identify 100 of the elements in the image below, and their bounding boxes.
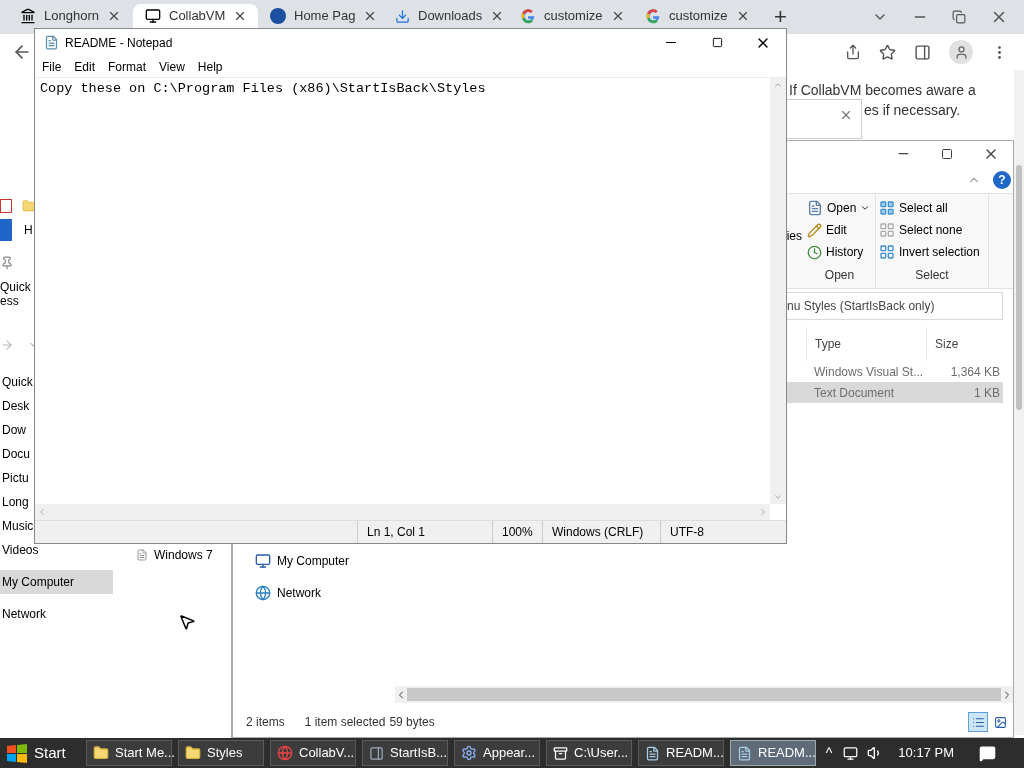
nav-item[interactable]: Videos bbox=[0, 538, 40, 562]
grid-icon bbox=[879, 200, 895, 216]
notification-icon[interactable] bbox=[979, 744, 996, 762]
pencil-icon bbox=[807, 222, 822, 238]
tab-title: customize bbox=[544, 7, 603, 26]
ribbon-button[interactable]: Select none bbox=[879, 220, 965, 240]
profile-icon[interactable] bbox=[949, 40, 973, 64]
grid-icon bbox=[879, 244, 895, 260]
cursor-icon bbox=[178, 613, 196, 631]
address-field[interactable]: nu Styles (StartIsBack only) bbox=[785, 292, 1003, 320]
text-area[interactable]: Copy these on C:\Program Files (x86)\StartIsBack\Styles bbox=[35, 78, 770, 504]
tab-title: Downloads bbox=[418, 7, 483, 26]
pin-button[interactable]: Quick ess bbox=[0, 280, 31, 308]
caret-icon bbox=[860, 203, 871, 213]
side-panel-icon[interactable] bbox=[914, 43, 931, 61]
taskbar-button[interactable]: Appear... bbox=[454, 740, 540, 766]
download-icon bbox=[395, 8, 410, 24]
window-title: README - Notepad bbox=[65, 34, 174, 52]
browser-tab[interactable]: CollabVM bbox=[133, 4, 258, 28]
folder-icon bbox=[185, 745, 201, 761]
page-text: If CollabVM becomes aware a bbox=[789, 81, 976, 100]
clock-icon bbox=[807, 244, 822, 260]
status-text: UTF-8 bbox=[660, 521, 770, 543]
status-text: Ln 1, Col 1 bbox=[357, 521, 492, 543]
table-cell-text: Text Document bbox=[813, 384, 896, 402]
window-icon bbox=[369, 745, 384, 761]
round-logo-icon bbox=[270, 8, 286, 24]
notepad-icon bbox=[645, 745, 660, 761]
file-row[interactable]: Windows Visual St... 1,364 KB bbox=[786, 361, 1003, 382]
status-text: 2 items bbox=[246, 714, 285, 731]
nav-item[interactable]: Desk bbox=[0, 394, 31, 418]
tab-title: Home Pag bbox=[294, 7, 356, 26]
ribbon-tab[interactable]: H bbox=[24, 221, 33, 239]
nav-item[interactable]: My Computer bbox=[255, 551, 391, 571]
table-cell-text: 1 KB bbox=[973, 384, 1001, 402]
taskbar-button[interactable]: StartIsB... bbox=[362, 740, 448, 766]
folder-icon bbox=[93, 745, 109, 761]
nav-item[interactable]: Network bbox=[0, 602, 47, 626]
ribbon-button[interactable]: History bbox=[807, 242, 866, 262]
close-icon[interactable] bbox=[107, 9, 121, 23]
maximize-icon[interactable] bbox=[941, 147, 953, 160]
clock-text[interactable]: 10:17 PM bbox=[898, 743, 954, 763]
archive-icon bbox=[553, 745, 568, 761]
menu-item[interactable]: View bbox=[153, 57, 191, 76]
restore-icon[interactable] bbox=[952, 10, 966, 24]
status-text: 59 bytes bbox=[389, 714, 435, 731]
maximize-icon bbox=[711, 37, 723, 48]
building-icon bbox=[20, 8, 36, 24]
taskbar-button[interactable]: Start Me... bbox=[86, 740, 172, 766]
list-icon bbox=[971, 715, 985, 729]
group-label: Open bbox=[823, 267, 856, 284]
nav-item[interactable]: Pictu bbox=[0, 466, 30, 490]
image-icon bbox=[993, 715, 1007, 729]
network-icon[interactable] bbox=[843, 745, 859, 761]
tab-title: CollabVM bbox=[169, 7, 226, 26]
column-header[interactable]: Type bbox=[806, 327, 927, 361]
menu-item[interactable]: Edit bbox=[68, 57, 102, 76]
file-row[interactable]: Text Document 1 KB bbox=[786, 382, 1003, 403]
minimize-icon bbox=[666, 42, 676, 43]
taskbar-button[interactable]: CollabV... bbox=[270, 740, 356, 766]
nav-item[interactable]: Quick bbox=[0, 370, 34, 394]
share-icon[interactable] bbox=[845, 44, 861, 60]
table-cell-text: Windows Visual St... bbox=[813, 363, 925, 381]
column-header[interactable]: Size bbox=[927, 327, 1003, 361]
document-icon bbox=[807, 200, 823, 216]
taskbar-button[interactable]: C:\User... bbox=[546, 740, 632, 766]
taskbar-button[interactable]: Styles bbox=[178, 740, 264, 766]
file-name: Windows 7 bbox=[154, 547, 213, 564]
nav-item[interactable]: My Computer bbox=[0, 570, 113, 594]
menu-item[interactable]: File bbox=[36, 57, 68, 76]
nav-item[interactable]: Docu bbox=[0, 442, 31, 466]
nav-item[interactable]: Network bbox=[255, 583, 391, 603]
view-button[interactable] bbox=[968, 712, 988, 732]
new-tab-button[interactable]: + bbox=[774, 4, 787, 30]
computer-icon bbox=[255, 553, 271, 569]
ribbon-button[interactable]: Invert selection bbox=[879, 242, 982, 262]
menu-item[interactable]: Format bbox=[102, 57, 153, 76]
tab-title: Longhorn bbox=[44, 7, 99, 26]
menu-item[interactable]: Help bbox=[191, 57, 229, 76]
gear-icon bbox=[461, 745, 477, 761]
taskbar-button[interactable]: READM... bbox=[730, 740, 816, 766]
ribbon-button[interactable]: Select all bbox=[879, 198, 950, 218]
multicolor-ring-icon bbox=[645, 8, 661, 24]
pin-icon[interactable] bbox=[0, 256, 14, 270]
group-label: Select bbox=[914, 267, 950, 284]
nav-item[interactable]: Long bbox=[0, 490, 30, 514]
close-icon[interactable] bbox=[839, 108, 853, 122]
ribbon-button[interactable]: Edit bbox=[807, 220, 849, 240]
status-text: Windows (CRLF) bbox=[542, 521, 660, 543]
start-button[interactable]: Start bbox=[0, 738, 80, 768]
star-icon[interactable] bbox=[879, 43, 896, 61]
notepad-icon bbox=[737, 745, 752, 761]
ribbon-label[interactable]: ies bbox=[786, 227, 802, 245]
tray-expand-button[interactable]: ^ bbox=[823, 742, 835, 764]
nav-item[interactable]: Music bbox=[0, 514, 35, 538]
nav-item[interactable]: Dow bbox=[0, 418, 27, 442]
document-icon bbox=[136, 549, 148, 561]
ribbon-button[interactable]: Open bbox=[807, 198, 873, 218]
help-button[interactable]: ? bbox=[993, 170, 1011, 189]
taskbar-button[interactable]: READM... bbox=[638, 740, 724, 766]
